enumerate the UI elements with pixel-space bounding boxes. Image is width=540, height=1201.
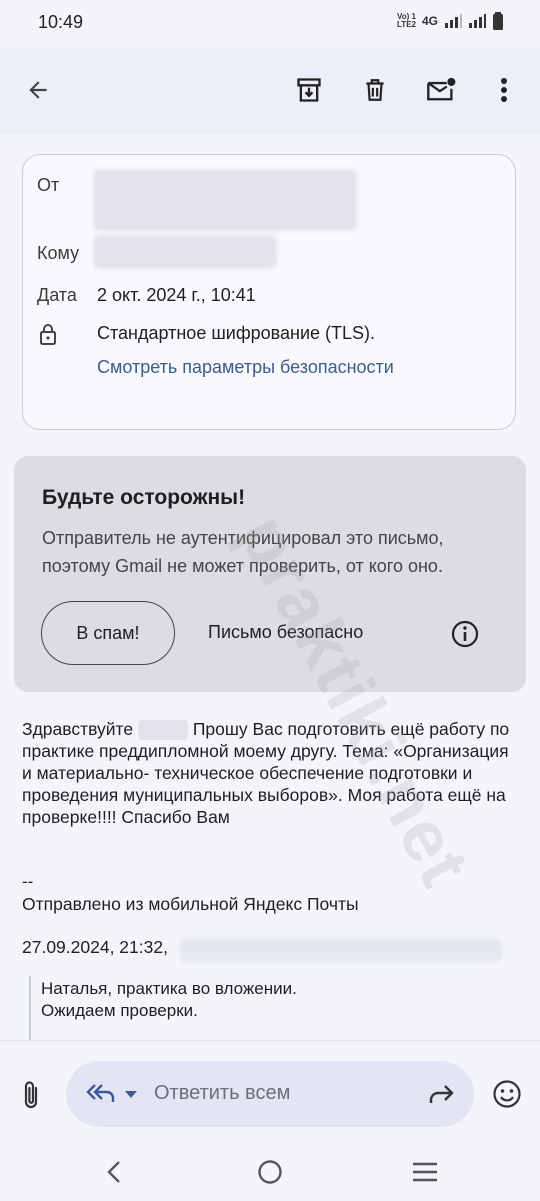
encryption-text: Стандартное шифрование (TLS). xyxy=(97,323,376,343)
mark-unread-button[interactable] xyxy=(417,66,465,114)
archive-icon xyxy=(297,78,321,102)
from-label: От xyxy=(37,175,60,195)
archive-button[interactable] xyxy=(285,66,333,114)
to-redacted xyxy=(93,235,277,269)
quoted-text: Наталья, практика во вложении. Ожидаем п… xyxy=(41,978,297,1022)
report-spam-button[interactable]: В спам! xyxy=(41,601,175,665)
status-icons: Vo) 1 LTE2 4G xyxy=(397,12,504,30)
status-bar: 10:49 Vo) 1 LTE2 4G xyxy=(0,0,540,48)
quote-line-2: Ожидаем проверки. xyxy=(41,1001,198,1020)
more-vert-icon xyxy=(501,78,507,102)
quote-date: 27.09.2024, 21:32, xyxy=(22,937,168,957)
quote-line-1: Наталья, практика во вложении. xyxy=(41,979,297,998)
quote-header: 27.09.2024, 21:32, xyxy=(22,937,168,958)
to-label: Кому xyxy=(37,243,80,263)
nav-recents-icon[interactable] xyxy=(412,1162,438,1182)
reply-placeholder: Ответить всем xyxy=(154,1082,291,1104)
top-app-bar xyxy=(0,48,540,134)
info-icon[interactable] xyxy=(450,619,480,649)
security-details-link[interactable]: Смотреть параметры безопасности xyxy=(97,357,394,378)
mark-safe-button[interactable]: Письмо безопасно xyxy=(208,622,363,643)
trash-icon xyxy=(366,79,384,101)
warning-title: Будьте осторожны! xyxy=(42,486,246,509)
mail-unread-icon xyxy=(427,77,456,101)
reply-all-icon[interactable] xyxy=(86,1081,116,1105)
status-time: 10:49 xyxy=(38,12,84,32)
back-button[interactable] xyxy=(14,66,62,114)
quote-bar xyxy=(29,976,31,1042)
chevron-down-icon[interactable] xyxy=(124,1090,138,1099)
quote-sender-redacted xyxy=(180,938,502,962)
warning-text: Отправитель не аутентифицировал это пись… xyxy=(42,528,444,576)
battery-icon xyxy=(493,12,503,30)
lock-icon xyxy=(40,324,56,345)
attachment-icon[interactable] xyxy=(20,1079,42,1111)
more-options-button[interactable] xyxy=(480,66,528,114)
forward-icon[interactable] xyxy=(428,1083,454,1105)
volte-icon: Vo) 1 LTE2 xyxy=(397,12,416,29)
date-label: Дата xyxy=(37,285,77,305)
system-nav-bar xyxy=(0,1140,540,1200)
reply-all-field[interactable]: Ответить всем xyxy=(66,1061,474,1127)
name-redacted xyxy=(137,720,188,741)
emoji-icon[interactable] xyxy=(492,1079,522,1109)
network-type: 4G xyxy=(421,14,438,28)
nav-back-icon[interactable] xyxy=(104,1160,124,1184)
signal-icon xyxy=(445,14,462,28)
delete-button[interactable] xyxy=(351,66,399,114)
greeting-text: Здравствуйте xyxy=(22,719,134,739)
message-body: Здравствуйте Прошу Вас подготовить ещё р… xyxy=(22,718,522,828)
signature-separator: -- xyxy=(22,872,34,891)
nav-home-icon[interactable] xyxy=(257,1159,283,1185)
signal-icon-2 xyxy=(469,14,486,28)
message-details-card: От Кому Дата 2 окт. 2024 г., 10:41 Станд… xyxy=(22,154,516,430)
from-redacted xyxy=(93,169,357,231)
signature-text: Отправлено из мобильной Яндекс Почты xyxy=(22,894,359,914)
spam-warning-card: Будьте осторожны! Отправитель не аутенти… xyxy=(14,456,526,692)
date-value: 2 окт. 2024 г., 10:41 xyxy=(97,285,256,305)
arrow-back-icon xyxy=(29,81,47,99)
